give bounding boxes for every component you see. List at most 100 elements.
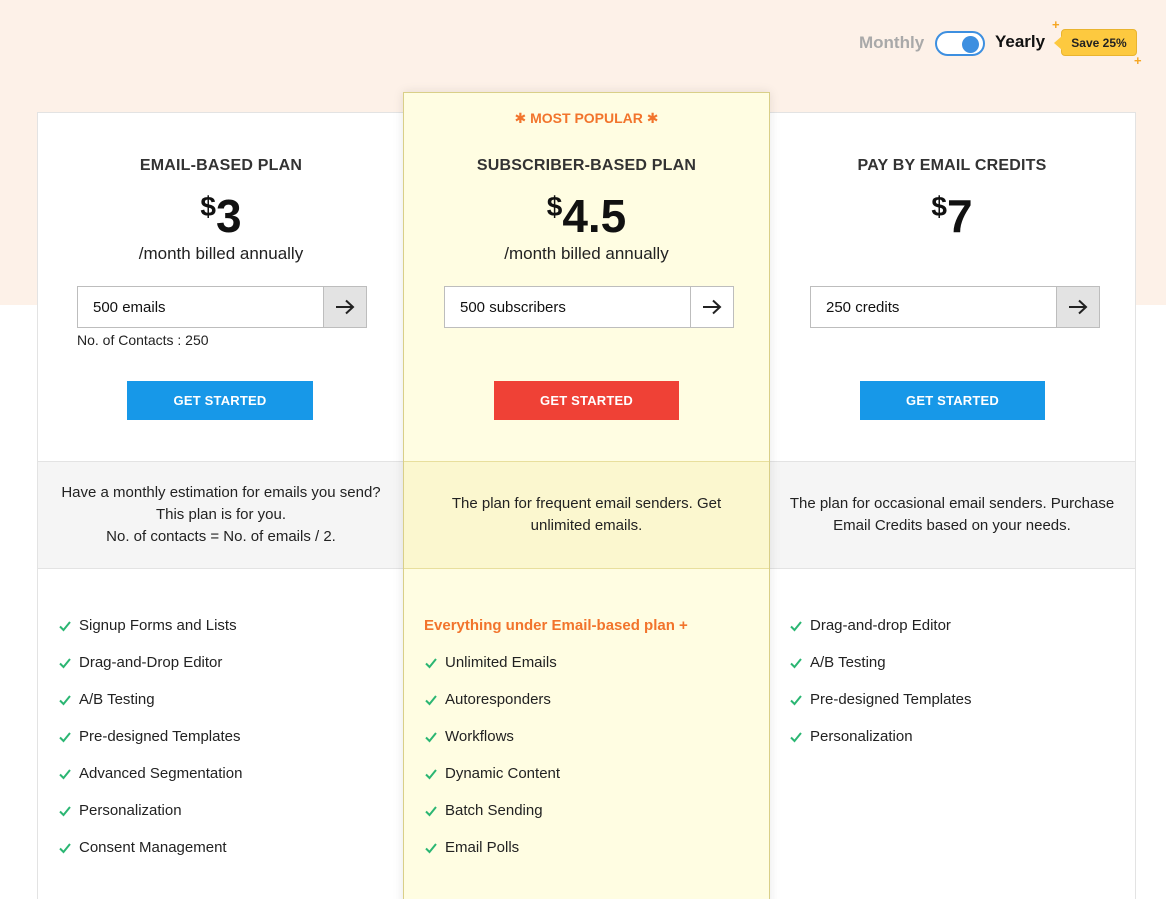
feature-item: A/B Testing	[769, 644, 1135, 681]
features-lead: Everything under Email-based plan +	[424, 617, 688, 634]
feature-item: Advanced Segmentation	[38, 755, 404, 792]
feature-item: Batch Sending	[404, 792, 769, 829]
check-icon	[789, 693, 803, 707]
feature-list: Everything under Email-based plan + Unli…	[404, 607, 769, 866]
feature-item: Dynamic Content	[404, 755, 769, 792]
feature-label: Pre-designed Templates	[810, 691, 972, 708]
save-badge: Save 25%	[1054, 29, 1137, 56]
quantity-selector: 250 credits	[810, 286, 1100, 328]
feature-label: Unlimited Emails	[445, 654, 557, 671]
currency-symbol: $	[546, 191, 563, 222]
description-line: The plan for frequent email senders. Get	[451, 495, 722, 512]
description-line: The plan for occasional email senders. P…	[789, 495, 1115, 512]
feature-item: Email Polls	[404, 829, 769, 866]
asterisk-icon: ✱	[514, 110, 531, 126]
billing-toggle: Monthly Yearly Save 25% + +	[855, 18, 1155, 67]
quantity-selector: 500 subscribers	[444, 286, 734, 328]
description-line: No. of contacts = No. of emails / 2.	[106, 528, 336, 545]
feature-label: Workflows	[445, 728, 514, 745]
feature-label: Batch Sending	[445, 802, 543, 819]
sparkle-icon: +	[1052, 17, 1060, 32]
currency-symbol: $	[200, 191, 216, 222]
plan-description: The plan for occasional email senders. P…	[769, 461, 1135, 569]
check-icon	[424, 804, 438, 818]
check-icon	[58, 841, 72, 855]
feature-label: Dynamic Content	[445, 765, 561, 782]
billing-period: /month billed annually	[138, 244, 304, 263]
plan-title: EMAIL-BASED PLAN	[139, 157, 303, 174]
arrow-right-icon	[336, 299, 355, 315]
plan-price: $7	[769, 189, 1135, 243]
check-icon	[789, 656, 803, 670]
contacts-note: No. of Contacts : 250	[77, 332, 209, 348]
check-icon	[58, 693, 72, 707]
price-amount: 3	[215, 190, 242, 242]
feature-label: Pre-designed Templates	[79, 728, 241, 745]
quantity-input[interactable]: 250 credits	[811, 287, 1056, 327]
description-line: Have a monthly estimation for emails you…	[61, 484, 381, 501]
description-line: Email Credits based on your needs.	[833, 517, 1071, 534]
feature-label: Autoresponders	[445, 691, 551, 708]
feature-item: Drag-and-Drop Editor	[38, 644, 404, 681]
feature-label: Signup Forms and Lists	[79, 617, 237, 634]
arrow-right-icon	[703, 299, 722, 315]
feature-item: Pre-designed Templates	[38, 718, 404, 755]
feature-item: Unlimited Emails	[404, 644, 769, 681]
feature-label: Email Polls	[445, 839, 520, 856]
quantity-input[interactable]: 500 emails	[78, 287, 323, 327]
check-icon	[424, 656, 438, 670]
quantity-selector: 500 emails	[77, 286, 367, 328]
feature-label: A/B Testing	[79, 691, 155, 708]
plan-title: SUBSCRIBER-BASED PLAN	[476, 157, 697, 174]
feature-label: Drag-and-drop Editor	[810, 617, 951, 634]
plan-card-credits: PAY BY EMAIL CREDITS $7 250 credits GET …	[769, 112, 1136, 899]
feature-item: Workflows	[404, 718, 769, 755]
currency-symbol: $	[931, 191, 947, 222]
check-icon	[424, 693, 438, 707]
check-icon	[424, 767, 438, 781]
feature-label: Personalization	[79, 802, 182, 819]
feature-item: Drag-and-drop Editor	[769, 607, 1135, 644]
feature-item: Personalization	[38, 792, 404, 829]
feature-item: A/B Testing	[38, 681, 404, 718]
check-icon	[58, 804, 72, 818]
save-badge-label: Save 25%	[1071, 35, 1127, 50]
quantity-input[interactable]: 500 subscribers	[445, 287, 690, 327]
plan-description: The plan for frequent email senders. Get…	[404, 461, 769, 569]
asterisk-icon: ✱	[642, 110, 659, 126]
feature-label: Consent Management	[79, 839, 227, 856]
check-icon	[58, 619, 72, 633]
switch-knob	[962, 35, 979, 53]
feature-item: Personalization	[769, 718, 1135, 755]
feature-label: Personalization	[810, 728, 913, 745]
price-amount: 7	[946, 190, 973, 242]
feature-item: Pre-designed Templates	[769, 681, 1135, 718]
plan-price: $4.5	[404, 189, 769, 243]
monthly-label[interactable]: Monthly	[859, 33, 924, 53]
billing-switch[interactable]	[935, 31, 985, 56]
quantity-next-button[interactable]	[690, 287, 733, 327]
check-icon	[789, 730, 803, 744]
badge-pointer	[1054, 36, 1062, 50]
check-icon	[58, 730, 72, 744]
feature-label: A/B Testing	[810, 654, 886, 671]
plan-card-email: EMAIL-BASED PLAN $3 /month billed annual…	[37, 112, 404, 899]
quantity-next-button[interactable]	[1056, 287, 1099, 327]
description-line: unlimited emails.	[530, 517, 643, 534]
most-popular-badge: ✱ MOST POPULAR ✱	[404, 110, 769, 127]
feature-item: Autoresponders	[404, 681, 769, 718]
feature-label: Drag-and-Drop Editor	[79, 654, 223, 671]
most-popular-label: MOST POPULAR	[530, 110, 643, 126]
get-started-button[interactable]: GET STARTED	[860, 381, 1045, 420]
yearly-label[interactable]: Yearly	[995, 32, 1045, 52]
get-started-button[interactable]: GET STARTED	[494, 381, 679, 420]
quantity-next-button[interactable]	[323, 287, 366, 327]
feature-list: Drag-and-drop Editor A/B Testing Pre-des…	[769, 607, 1135, 755]
feature-item: Signup Forms and Lists	[38, 607, 404, 644]
get-started-button[interactable]: GET STARTED	[127, 381, 313, 420]
check-icon	[424, 730, 438, 744]
plan-card-subscriber: ✱ MOST POPULAR ✱ SUBSCRIBER-BASED PLAN $…	[403, 92, 770, 899]
feature-label: Advanced Segmentation	[79, 765, 243, 782]
check-icon	[424, 841, 438, 855]
arrow-right-icon	[1069, 299, 1088, 315]
